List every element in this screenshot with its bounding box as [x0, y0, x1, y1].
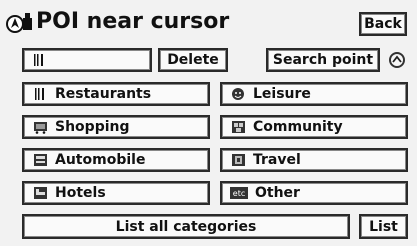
travel-icon: [230, 153, 246, 167]
category-other[interactable]: etc Other: [220, 181, 408, 205]
category-leisure[interactable]: Leisure: [220, 82, 408, 106]
category-community[interactable]: Community: [220, 115, 408, 139]
car-icon: [32, 153, 48, 167]
category-automobile[interactable]: Automobile: [22, 148, 210, 172]
category-label: Other: [255, 185, 300, 201]
category-label: Community: [253, 119, 343, 135]
category-label: Travel: [253, 152, 301, 168]
list-button[interactable]: List: [359, 214, 408, 239]
back-button[interactable]: Back: [359, 12, 407, 36]
category-shopping[interactable]: Shopping: [22, 115, 210, 139]
hotel-bed-icon: [32, 186, 48, 200]
category-label: Automobile: [55, 152, 146, 168]
poi-compass-icon: [6, 13, 32, 33]
search-field[interactable]: [22, 48, 152, 72]
category-label: Restaurants: [55, 86, 152, 102]
location-icon[interactable]: [389, 52, 405, 68]
category-hotels[interactable]: Hotels: [22, 181, 210, 205]
search-point-button[interactable]: Search point: [266, 48, 380, 72]
page-title: POI near cursor: [36, 8, 230, 34]
fork-knife-icon: [32, 87, 48, 101]
category-label: Leisure: [253, 86, 311, 102]
category-restaurants[interactable]: Restaurants: [22, 82, 210, 106]
leisure-icon: [230, 87, 246, 101]
shopping-cart-icon: [32, 120, 48, 134]
list-all-categories-button[interactable]: List all categories: [22, 214, 350, 239]
delete-button[interactable]: Delete: [158, 48, 228, 72]
poi-screen: POI near cursor Back Delete Search point…: [0, 0, 417, 246]
category-travel[interactable]: Travel: [220, 148, 408, 172]
category-label: Hotels: [55, 185, 106, 201]
category-label: Shopping: [55, 119, 130, 135]
fork-knife-icon: [34, 54, 43, 66]
community-icon: [230, 120, 246, 134]
etc-icon: etc: [230, 187, 248, 199]
